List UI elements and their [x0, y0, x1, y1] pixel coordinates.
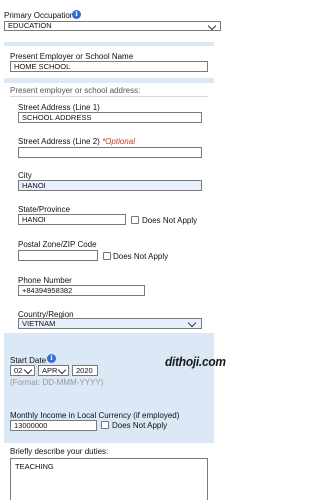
street1-input[interactable]: SCHOOL ADDRESS	[18, 112, 202, 123]
city-label: City	[18, 171, 32, 180]
employer-label: Present Employer or School Name	[10, 52, 134, 61]
state-dna-checkbox[interactable]	[131, 216, 139, 224]
state-dna-label: Does Not Apply	[142, 216, 198, 225]
divider	[10, 96, 208, 97]
chevron-down-icon	[23, 366, 33, 375]
chevron-down-icon	[187, 319, 197, 328]
primary-occupation-label: Primary Occupation	[4, 11, 75, 20]
start-month-select[interactable]: APR	[38, 365, 69, 376]
income-dna-checkbox[interactable]	[101, 421, 109, 429]
address-heading: Present employer or school address:	[10, 86, 141, 95]
duties-textarea[interactable]: TEACHING	[10, 458, 208, 500]
chevron-down-icon	[207, 22, 217, 30]
start-year-input[interactable]: 2020	[72, 365, 98, 376]
primary-occupation-select[interactable]: EDUCATION	[4, 21, 221, 31]
postal-dna-label: Does Not Apply	[113, 252, 169, 261]
start-date-label: Start Date	[10, 356, 47, 365]
info-icon[interactable]: i	[47, 354, 56, 363]
income-dna-label: Does Not Apply	[112, 421, 168, 430]
phone-label: Phone Number	[18, 276, 72, 285]
phone-input[interactable]: +84394958382	[18, 285, 145, 296]
start-month-value: APR	[42, 366, 58, 375]
date-format-hint: (Format: DD-MMM-YYYY)	[10, 378, 104, 387]
city-input[interactable]: HANOI	[18, 180, 202, 191]
country-value: VIETNAM	[22, 319, 56, 328]
street1-label: Street Address (Line 1)	[18, 103, 100, 112]
state-input[interactable]: HANOI	[18, 214, 126, 225]
street2-label-text: Street Address (Line 2)	[18, 137, 100, 146]
state-label: State/Province	[18, 205, 71, 214]
start-day-select[interactable]: 02	[10, 365, 35, 376]
income-label: Monthly Income in Local Currency (if emp…	[10, 411, 180, 420]
street2-input[interactable]	[18, 147, 202, 158]
postal-label: Postal Zone/ZIP Code	[18, 240, 97, 249]
start-day-value: 02	[14, 366, 23, 375]
duties-label: Briefly describe your duties:	[10, 447, 109, 456]
info-icon[interactable]: i	[72, 10, 81, 19]
employer-input[interactable]: HOME SCHOOL	[10, 61, 208, 72]
country-select[interactable]: VIETNAM	[18, 318, 202, 329]
watermark-logo: dithoji.com	[165, 354, 226, 369]
postal-dna-checkbox[interactable]	[103, 252, 111, 260]
street2-label: Street Address (Line 2) *Optional	[18, 137, 135, 146]
optional-note: *Optional	[102, 137, 135, 146]
income-input[interactable]: 13000000	[10, 420, 97, 431]
primary-occupation-value: EDUCATION	[8, 21, 52, 30]
postal-input[interactable]	[18, 250, 98, 261]
chevron-down-icon	[57, 366, 67, 375]
